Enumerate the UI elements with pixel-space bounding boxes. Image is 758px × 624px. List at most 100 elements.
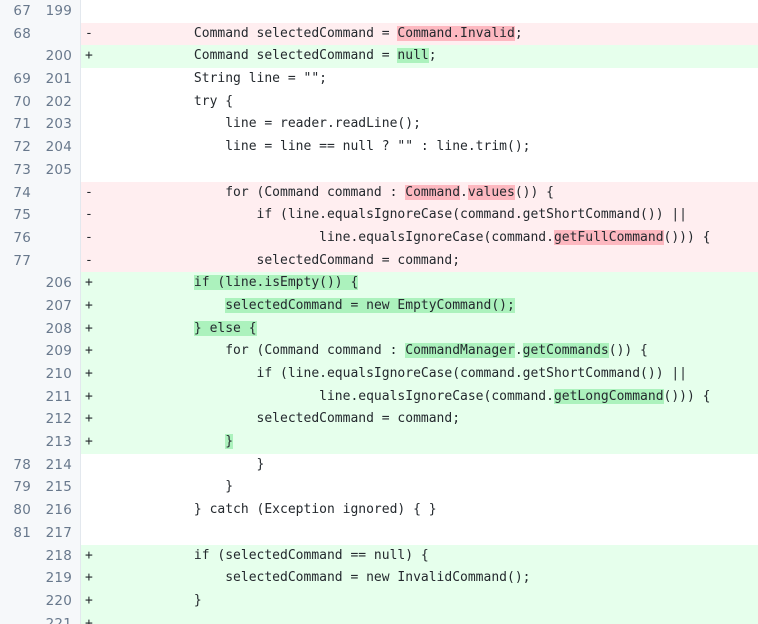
diff-row-addition[interactable]: 207 + selectedCommand = new EmptyCommand(… [0,294,758,318]
diff-marker: + [81,612,98,624]
line-number-new[interactable]: 211 [40,385,81,409]
diff-row-addition[interactable]: 218 + if (selectedCommand == null) { [0,544,758,568]
diff-row-deletion[interactable]: 76 - line.equalsIgnoreCase(command.getFul… [0,226,758,250]
code-segment-highlighted: getFullCommand [553,229,664,245]
line-number-new[interactable]: 206 [40,272,81,295]
line-number-new[interactable]: 216 [40,499,81,522]
diff-row-context[interactable]: 71 203 line = reader.readLine(); [0,113,758,137]
code-line: } [98,476,758,500]
diff-row-deletion[interactable]: 75 - if (line.equalsIgnoreCase(command.ge… [0,204,758,227]
line-number-old[interactable]: 80 [0,499,40,522]
code-segment: ; [428,48,437,64]
line-number-old[interactable] [0,294,40,318]
line-number-old[interactable]: 67 [0,0,40,23]
line-number-old[interactable] [0,431,40,454]
line-number-old[interactable] [0,363,40,386]
line-number-old[interactable]: 78 [0,453,40,477]
diff-row-context[interactable]: 73 205 [0,158,758,182]
diff-row-addition[interactable]: 200 + Command selectedCommand = null; [0,45,758,69]
diff-row-context[interactable]: 69 201 String line = ""; [0,68,758,91]
line-number-old[interactable] [0,589,40,613]
line-number-old[interactable]: 70 [0,90,40,114]
line-number-new[interactable]: 199 [40,0,81,23]
line-number-new[interactable]: 208 [40,317,81,341]
line-number-old[interactable] [0,317,40,341]
line-number-new[interactable]: 203 [40,113,81,137]
code-line: if (line.equalsIgnoreCase(command.getSho… [98,204,758,227]
code-line: Command selectedCommand = null; [98,45,758,69]
diff-row-addition[interactable]: 221 + [0,612,758,624]
line-number-old[interactable]: 74 [0,181,40,205]
line-number-old[interactable]: 81 [0,521,40,545]
diff-row-addition[interactable]: 219 + selectedCommand = new InvalidComman… [0,567,758,590]
line-number-new[interactable]: 219 [40,567,81,590]
line-number-old[interactable]: 71 [0,113,40,137]
line-number-new[interactable]: 205 [40,158,81,182]
line-number-old[interactable]: 79 [0,476,40,500]
line-number-new[interactable]: 213 [40,431,81,454]
code-line [98,521,758,545]
line-number-new[interactable] [40,249,81,273]
code-line: if (line.equalsIgnoreCase(command.getSho… [98,363,758,386]
line-number-new[interactable] [40,181,81,205]
diff-row-context[interactable]: 78 214 } [0,453,758,477]
line-number-old[interactable]: 77 [0,249,40,273]
line-number-new[interactable]: 202 [40,90,81,114]
line-number-old[interactable]: 75 [0,204,40,227]
diff-row-deletion[interactable]: 68 - Command selectedCommand = Command.In… [0,22,758,46]
line-number-old[interactable] [0,544,40,568]
diff-row-addition[interactable]: 209 + for (Command command : CommandManag… [0,340,758,363]
diff-row-addition[interactable]: 220 + } [0,589,758,613]
diff-row-deletion[interactable]: 77 - selectedCommand = command; [0,249,758,273]
diff-row-context[interactable]: 81 217 [0,521,758,545]
code-line [98,612,758,624]
line-number-new[interactable]: 218 [40,544,81,568]
diff-row-context[interactable]: 72 204 line = line == null ? "" : line.tr… [0,136,758,159]
code-segment-highlighted: Command [405,184,461,200]
diff-marker [81,68,98,91]
line-number-old[interactable] [0,45,40,69]
line-number-old[interactable]: 72 [0,136,40,159]
code-segment: Command selectedCommand = [100,48,398,64]
line-number-new[interactable]: 220 [40,589,81,613]
line-number-new[interactable]: 217 [40,521,81,545]
line-number-new[interactable]: 201 [40,68,81,91]
line-number-old[interactable] [0,272,40,295]
line-number-old[interactable] [0,567,40,590]
line-number-new[interactable]: 209 [40,340,81,363]
diff-row-addition[interactable]: 206 + if (line.isEmpty()) { [0,272,758,295]
line-number-new[interactable]: 210 [40,363,81,386]
diff-row-addition[interactable]: 213 + } [0,431,758,454]
diff-row-deletion[interactable]: 74 - for (Command command : Command.value… [0,181,758,205]
line-number-new[interactable] [40,22,81,46]
line-number-old[interactable]: 68 [0,22,40,46]
line-number-old[interactable] [0,340,40,363]
line-number-old[interactable]: 76 [0,226,40,250]
diff-marker: + [81,363,98,386]
line-number-new[interactable] [40,204,81,227]
line-number-new[interactable]: 207 [40,294,81,318]
line-number-new[interactable]: 204 [40,136,81,159]
diff-row-context[interactable]: 80 216 } catch (Exception ignored) { } [0,499,758,522]
line-number-old[interactable] [0,408,40,432]
line-number-new[interactable]: 214 [40,453,81,477]
line-number-new[interactable]: 221 [40,612,81,624]
line-number-new[interactable]: 200 [40,45,81,69]
line-number-old[interactable] [0,385,40,409]
diff-row-addition[interactable]: 210 + if (line.equalsIgnoreCase(command.g… [0,363,758,386]
code-segment: . [514,343,523,359]
line-number-new[interactable] [40,226,81,250]
diff-row-context[interactable]: 79 215 } [0,476,758,500]
unified-diff-view[interactable]: 67 199 68 - Command selectedCommand = Comma… [0,0,758,624]
diff-row-addition[interactable]: 212 + selectedCommand = command; [0,408,758,432]
line-number-old[interactable] [0,612,40,624]
diff-row-addition[interactable]: 208 + } else { [0,317,758,341]
line-number-new[interactable]: 215 [40,476,81,500]
diff-row-context[interactable]: 67 199 [0,0,758,23]
code-line: line.equalsIgnoreCase(command.getFullCom… [98,226,758,250]
diff-row-addition[interactable]: 211 + line.equalsIgnoreCase(command.getLo… [0,385,758,409]
diff-row-context[interactable]: 70 202 try { [0,90,758,114]
line-number-old[interactable]: 69 [0,68,40,91]
line-number-new[interactable]: 212 [40,408,81,432]
line-number-old[interactable]: 73 [0,158,40,182]
